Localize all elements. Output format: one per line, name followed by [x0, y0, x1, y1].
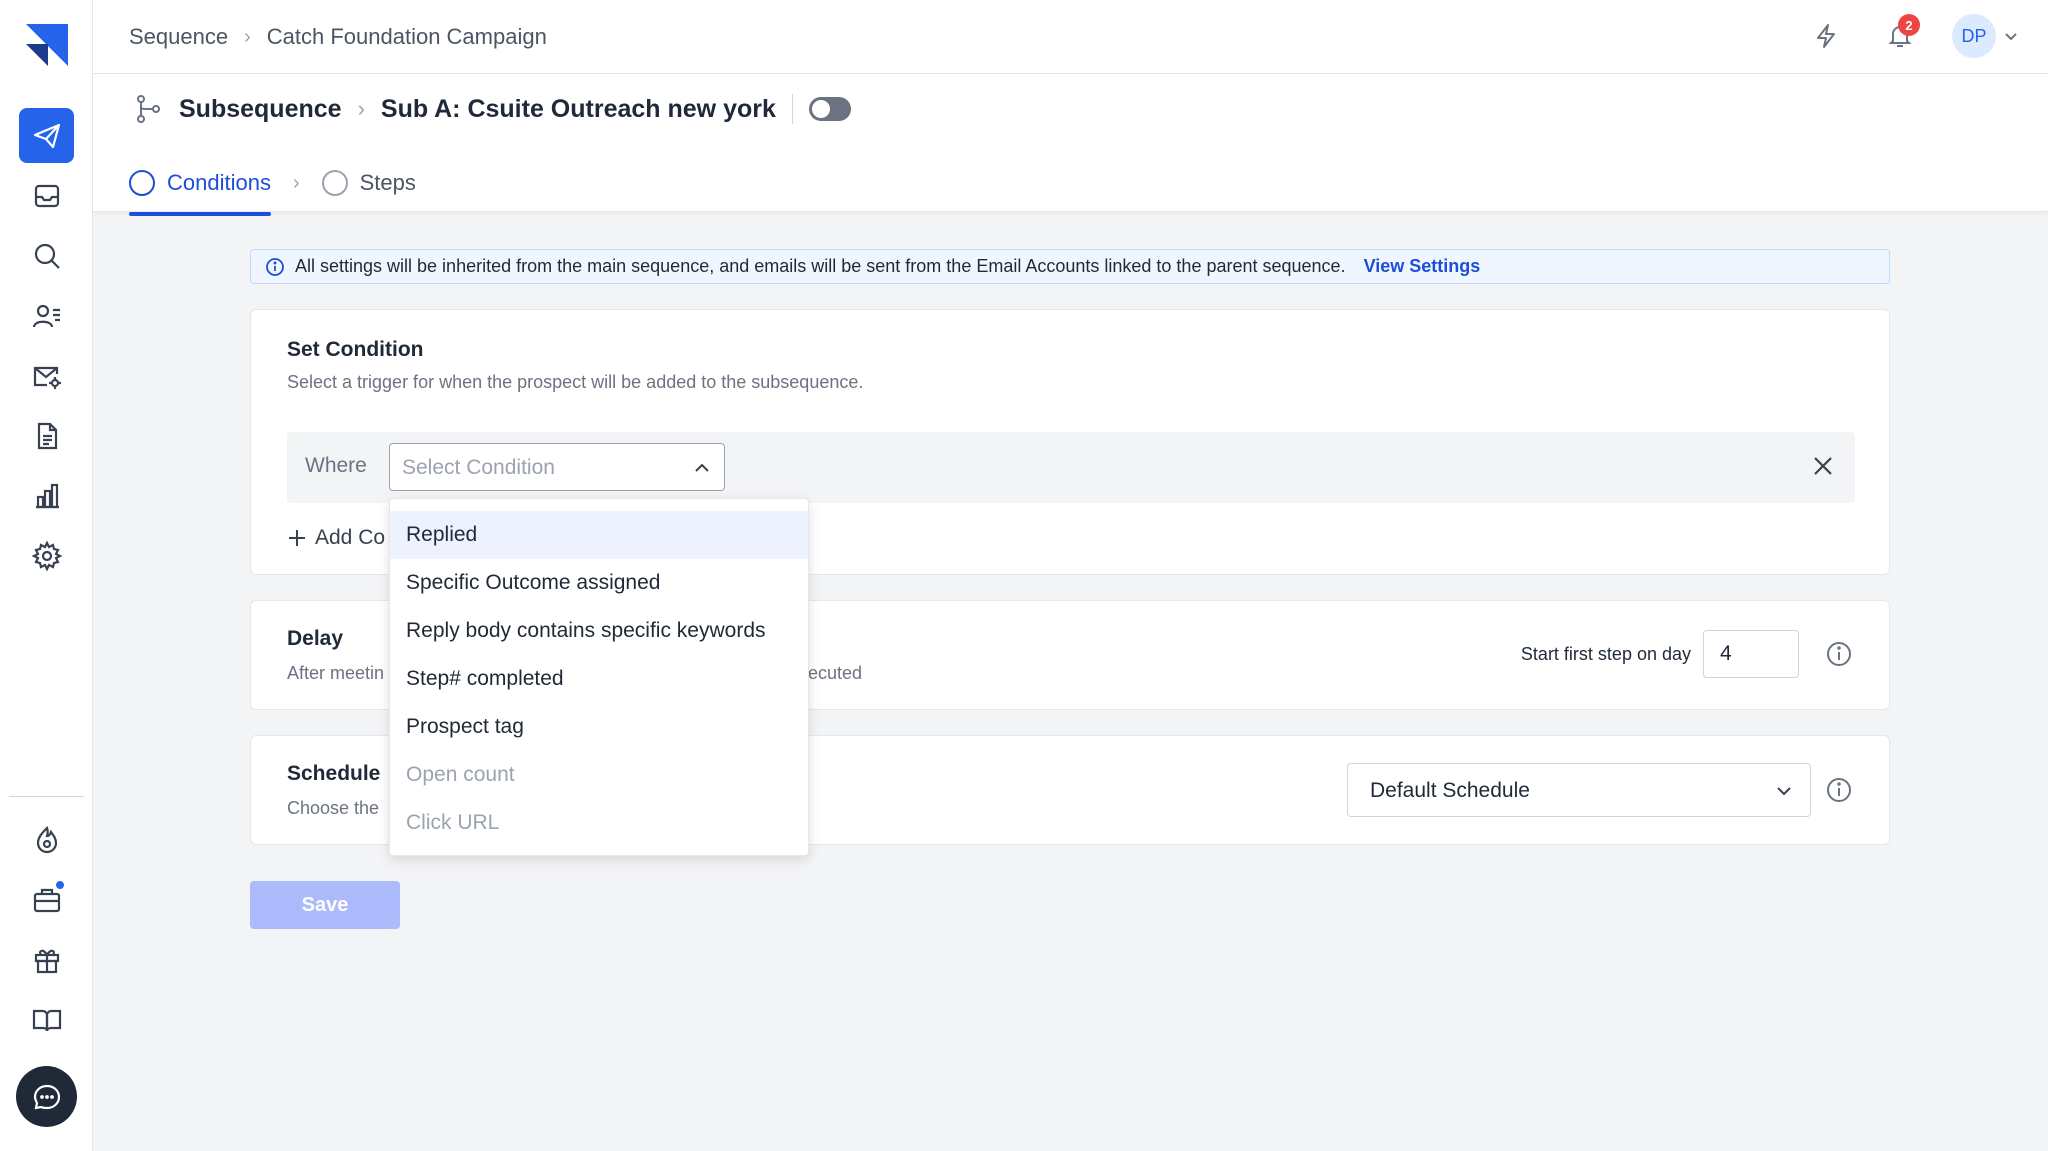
- nav-search-icon[interactable]: [19, 228, 74, 283]
- sidebar-divider: [9, 796, 84, 797]
- dropdown-option-step-completed[interactable]: Step# completed: [390, 655, 808, 703]
- dropdown-option-click-url: Click URL: [406, 811, 500, 834]
- chat-icon: [33, 1084, 60, 1109]
- delay-description-tail: ecuted: [808, 663, 863, 683]
- breadcrumb-campaign: Catch Foundation Campaign: [266, 24, 547, 49]
- nav-warmup-icon[interactable]: [19, 812, 74, 867]
- view-settings-link[interactable]: View Settings: [1364, 256, 1481, 277]
- add-condition-button[interactable]: Add Co: [287, 526, 385, 550]
- bell-icon[interactable]: 2: [1878, 14, 1922, 58]
- set-condition-title: Set Condition: [287, 338, 424, 361]
- condition-select-placeholder: Select Condition: [402, 456, 555, 479]
- schedule-description: Choose the: [287, 798, 380, 818]
- tab-steps[interactable]: Steps: [321, 154, 416, 212]
- nav-settings-icon[interactable]: [19, 528, 74, 583]
- breadcrumb: Sequence › Catch Foundation Campaign: [129, 24, 547, 50]
- schedule-select[interactable]: Default Schedule: [1347, 763, 1811, 817]
- subsequence-section-label[interactable]: Subsequence: [179, 95, 342, 124]
- condition-dropdown-menu: Replied Specific Outcome assigned Reply …: [389, 498, 809, 856]
- inherit-settings-banner: All settings will be inherited from the …: [250, 249, 1890, 284]
- schedule-title: Schedule: [287, 762, 381, 785]
- plus-icon: [289, 530, 305, 546]
- step-circle-icon: [321, 170, 348, 196]
- tab-conditions[interactable]: Conditions: [129, 154, 271, 216]
- nav-briefcase-icon[interactable]: [19, 872, 74, 927]
- dropdown-option-specific-outcome[interactable]: Specific Outcome assigned: [390, 559, 808, 607]
- nav-analytics-icon[interactable]: [19, 468, 74, 523]
- subsequence-name: Sub A: Csuite Outreach new york: [380, 94, 776, 123]
- subsequence-active-toggle[interactable]: [808, 97, 851, 121]
- nav-inbox-icon[interactable]: [19, 168, 74, 223]
- subsequence-header: Subsequence › Sub A: Csuite Outreach new…: [93, 74, 2048, 216]
- nav-docs-icon[interactable]: [19, 992, 74, 1047]
- chevron-up-icon: [695, 463, 709, 472]
- user-menu[interactable]: DP: [1952, 14, 2018, 58]
- notification-count: 2: [1898, 14, 1920, 36]
- save-button[interactable]: Save: [250, 881, 400, 929]
- chevron-right-icon: ›: [357, 96, 365, 121]
- start-day-label: Start first step on day: [1520, 643, 1691, 664]
- add-condition-label: Add Co: [315, 526, 386, 549]
- tab-conditions-label: Conditions: [167, 170, 271, 195]
- sidebar: [0, 0, 93, 1151]
- dropdown-option-open-count: Open count: [406, 763, 515, 786]
- info-icon[interactable]: [1825, 640, 1853, 668]
- nav-email-settings-icon[interactable]: [19, 348, 74, 403]
- lightning-icon[interactable]: [1804, 14, 1848, 58]
- info-icon[interactable]: [1825, 776, 1853, 804]
- chat-support-button[interactable]: [16, 1066, 77, 1127]
- dropdown-option-reply-keywords[interactable]: Reply body contains specific keywords: [390, 607, 808, 655]
- set-condition-description: Select a trigger for when the prospect w…: [287, 372, 864, 392]
- delay-title: Delay: [287, 627, 344, 650]
- condition-select[interactable]: Select Condition: [389, 443, 725, 491]
- close-icon[interactable]: [1809, 452, 1837, 480]
- branch-icon: [137, 95, 160, 123]
- breadcrumb-sequence[interactable]: Sequence: [129, 24, 228, 50]
- tab-steps-label: Steps: [359, 170, 416, 195]
- avatar: DP: [1952, 14, 1996, 58]
- start-day-input[interactable]: 4: [1703, 630, 1799, 678]
- delay-description: After meetin: [287, 663, 385, 683]
- top-bar: Sequence › Catch Foundation Campaign 2 D…: [93, 0, 2048, 74]
- condition-row: Where Select Condition: [287, 432, 1855, 503]
- nav-prospects-icon[interactable]: [19, 288, 74, 343]
- where-label: Where: [305, 454, 367, 477]
- tab-bar: Conditions › Steps: [129, 154, 416, 216]
- dropdown-option-replied[interactable]: Replied: [390, 511, 808, 559]
- app-logo[interactable]: [22, 20, 72, 70]
- nav-sequences-icon[interactable]: [19, 108, 74, 163]
- step-circle-icon: [129, 170, 155, 196]
- banner-text: All settings will be inherited from the …: [295, 256, 1346, 276]
- dropdown-option-prospect-tag[interactable]: Prospect tag: [390, 703, 808, 751]
- nav-gift-icon[interactable]: [19, 932, 74, 987]
- nav-templates-icon[interactable]: [19, 408, 74, 463]
- schedule-select-value: Default Schedule: [1370, 779, 1530, 802]
- chevron-right-icon: ›: [244, 25, 251, 48]
- chevron-down-icon: [1777, 787, 1791, 796]
- chevron-right-icon: ›: [292, 171, 300, 194]
- notification-dot: [54, 879, 66, 891]
- info-icon: [266, 257, 284, 276]
- divider: [791, 94, 793, 124]
- chevron-down-icon: [2005, 33, 2017, 41]
